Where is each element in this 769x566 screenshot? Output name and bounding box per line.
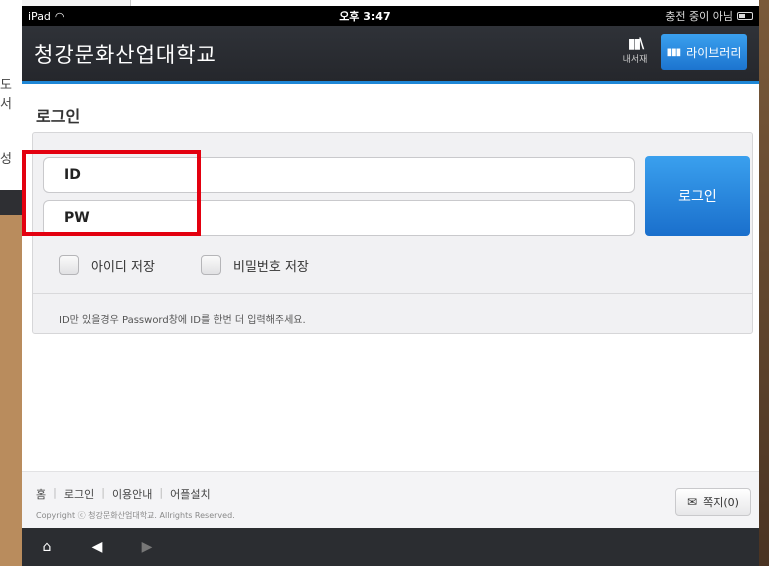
app-header: 청강문화산업대학교 ▮▮\ 내서재 ▮▮▮ 라이브러리 (22, 26, 759, 84)
footer-link-home[interactable]: 홈 (36, 486, 46, 502)
footer-separator: | (53, 486, 57, 499)
battery-icon (737, 12, 753, 20)
footer-separator: | (101, 486, 105, 499)
library-icon: ▮▮▮ (666, 46, 681, 58)
save-pw-checkbox[interactable] (201, 255, 221, 275)
charging-status: 충전 중이 아님 (665, 10, 733, 23)
bottom-toolbar: ⌂ ◀ ▶ (22, 528, 759, 566)
background-peek-text-2: 성 (0, 152, 12, 167)
background-left: 도서 성 (0, 0, 22, 566)
password-field[interactable]: PW (43, 200, 635, 236)
login-button[interactable]: 로그인 (645, 156, 750, 236)
save-pw-label: 비밀번호 저장 (233, 259, 309, 275)
footer-links: 홈 | 로그인 | 이용안내 | 어플설치 (36, 486, 211, 502)
home-icon[interactable]: ⌂ (22, 539, 72, 555)
page-title: 로그인 (36, 107, 81, 126)
app-title: 청강문화산업대학교 (34, 42, 217, 67)
my-shelf-label: 내서재 (622, 55, 648, 65)
memo-icon: ✉ (687, 495, 698, 509)
login-panel: ID PW 로그인 아이디 저장 비밀번호 저장 ID만 있을경우 Passwo… (32, 132, 753, 334)
id-label: ID (64, 167, 81, 183)
footer-link-install[interactable]: 어플설치 (170, 486, 210, 502)
id-field[interactable]: ID (43, 157, 635, 193)
panel-divider (33, 293, 752, 294)
footer-separator: | (159, 486, 164, 499)
ipad-screen: iPad ◠ 오후 3:47 충전 중이 아님 청강문화산업대학교 ▮▮\ 내서… (22, 6, 759, 566)
my-shelf-button[interactable]: ▮▮\ 내서재 (619, 36, 651, 65)
save-id-checkbox[interactable] (59, 255, 79, 275)
library-label: 라이브러리 (686, 45, 742, 60)
bookshelf-icon: ▮▮\ (627, 36, 645, 52)
memo-button[interactable]: ✉ 쪽지(0) (675, 488, 751, 516)
library-button[interactable]: ▮▮▮ 라이브러리 (661, 34, 747, 70)
pw-label: PW (64, 210, 90, 226)
save-pw-option[interactable]: 비밀번호 저장 (201, 255, 309, 275)
status-bar: iPad ◠ 오후 3:47 충전 중이 아님 (22, 6, 759, 26)
footer: 홈 | 로그인 | 이용안내 | 어플설치 Copyright ⓒ 청강문화산업… (22, 471, 759, 528)
forward-arrow-icon[interactable]: ▶ (122, 539, 172, 555)
footer-link-guide[interactable]: 이용안내 (112, 486, 152, 502)
status-right: 충전 중이 아님 (665, 8, 753, 24)
status-left: iPad ◠ (28, 10, 65, 23)
status-time: 오후 3:47 (339, 10, 391, 23)
wifi-icon: ◠ (54, 9, 65, 23)
back-arrow-icon[interactable]: ◀ (72, 539, 122, 555)
background-peek-text-1: 도서 (0, 78, 12, 112)
save-id-label: 아이디 저장 (91, 259, 155, 275)
memo-label: 쪽지(0) (703, 496, 739, 509)
save-id-option[interactable]: 아이디 저장 (59, 255, 155, 275)
login-notice: ID만 있을경우 Password창에 ID를 한번 더 입력해주세요. (59, 315, 306, 326)
device-name: iPad (28, 9, 51, 23)
footer-link-login[interactable]: 로그인 (64, 486, 94, 502)
background-right (759, 0, 769, 566)
copyright: Copyright ⓒ 청강문화산업대학교. Allrights Reserve… (36, 511, 235, 520)
